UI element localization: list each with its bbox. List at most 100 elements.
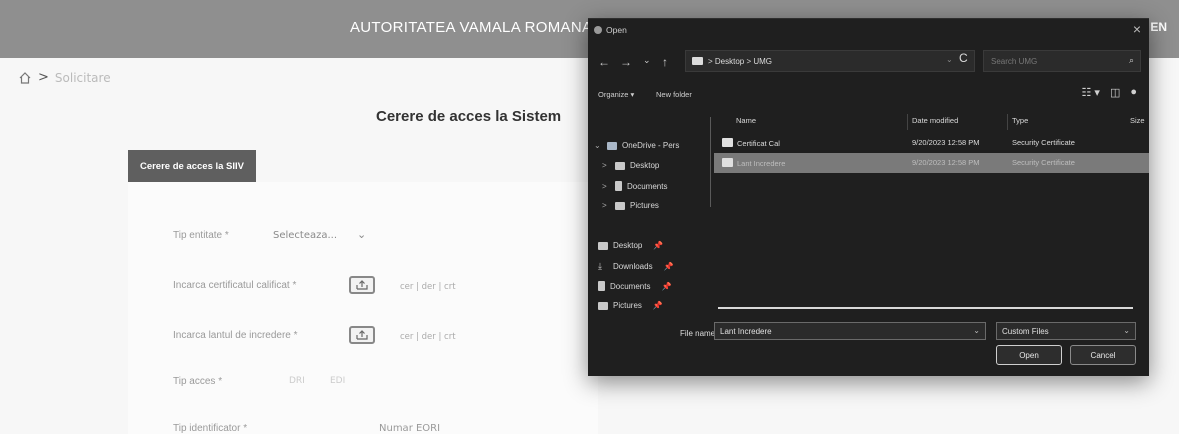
search-input[interactable]: Search UMG ⌕: [983, 50, 1141, 72]
radio-edi[interactable]: EDI: [330, 376, 345, 386]
chevron-down-icon[interactable]: ⌄: [973, 326, 980, 335]
filename-input[interactable]: Lant Incredere ⌄: [714, 322, 986, 340]
filetype-select[interactable]: Custom Files ⌄: [996, 322, 1136, 340]
chevron-right-icon[interactable]: >: [602, 182, 610, 191]
preview-pane-icon[interactable]: ◫: [1110, 86, 1120, 99]
file-date: 9/20/2023 12:58 PM: [912, 158, 980, 167]
new-folder-button[interactable]: New folder: [656, 90, 692, 99]
tree-item-desktop[interactable]: > Desktop: [602, 161, 659, 170]
recent-locations-icon[interactable]: ⌄: [643, 55, 651, 66]
help-icon[interactable]: ●: [1130, 86, 1137, 99]
file-type: Security Certificate: [1012, 158, 1075, 167]
column-divider[interactable]: [1007, 114, 1008, 130]
certificat-incredere-hint: cer | der | crt: [400, 332, 456, 342]
filename-label: File name:: [680, 329, 718, 338]
breadcrumb: > Solicitare: [18, 70, 111, 85]
chevron-down-icon[interactable]: ⌄: [594, 141, 602, 150]
tip-acces-label: Tip acces *: [173, 376, 223, 387]
close-icon[interactable]: ×: [1133, 21, 1141, 37]
file-row[interactable]: Certificat Cal 9/20/2023 12:58 PM Securi…: [714, 133, 1149, 153]
language-switch[interactable]: EN: [1150, 20, 1167, 34]
chevron-right-icon[interactable]: >: [602, 161, 610, 170]
refresh-icon[interactable]: C: [959, 51, 968, 65]
file-row-selected[interactable]: Lant Incredere 9/20/2023 12:58 PM Securi…: [714, 153, 1149, 173]
quick-access-label: Documents: [610, 281, 651, 291]
tip-entitate-select[interactable]: Selecteaza...: [273, 230, 337, 241]
command-bar: Organize ▾ New folder ☷ ▾ ◫ ●: [588, 83, 1149, 103]
breadcrumb-current: Solicitare: [54, 70, 111, 85]
upload-lant-incredere-button[interactable]: [349, 326, 375, 344]
pictures-icon: [598, 301, 608, 310]
horizontal-scrollbar[interactable]: [718, 307, 1133, 309]
column-date[interactable]: Date modified: [912, 116, 958, 125]
pane-divider[interactable]: [710, 117, 711, 207]
upload-certificat-button[interactable]: [349, 276, 375, 294]
tree-item-label: Desktop: [630, 161, 660, 170]
view-controls: ☷ ▾ ◫ ●: [1081, 86, 1137, 99]
open-button[interactable]: Open: [996, 345, 1062, 365]
upload-icon: [356, 330, 368, 340]
quick-access-label: Downloads: [613, 262, 653, 271]
header-title: AUTORITATEA VAMALA ROMANA: [350, 19, 593, 36]
pictures-icon: [615, 201, 625, 210]
column-size[interactable]: Size: [1130, 116, 1145, 125]
organize-menu[interactable]: Organize ▾: [598, 90, 634, 99]
tree-item-label: Pictures: [630, 201, 659, 210]
file-name: Certificat Cal: [722, 138, 780, 148]
desktop-icon: [598, 241, 608, 250]
tree-item-documents[interactable]: > Documents: [602, 181, 667, 191]
certificate-icon: [722, 158, 733, 167]
dialog-title: Open: [606, 25, 627, 35]
certificat-label: Incarca certificatul calificat *: [173, 280, 297, 291]
address-dropdown-icon[interactable]: ⌄: [946, 55, 953, 64]
quick-access-documents[interactable]: Documents 📌: [598, 281, 671, 291]
section-tab[interactable]: Cerere de acces la SIIV: [128, 150, 256, 182]
home-icon[interactable]: [18, 71, 32, 85]
pin-icon: 📌: [653, 241, 664, 250]
quick-access-label: Pictures: [613, 301, 642, 310]
tip-identificator-select[interactable]: Numar EORI: [379, 423, 440, 434]
cancel-button[interactable]: Cancel: [1070, 345, 1136, 365]
quick-access-desktop[interactable]: Desktop 📌: [598, 241, 663, 250]
quick-access-downloads[interactable]: ⤓ Downloads 📌: [598, 261, 674, 272]
page-title: Cerere de acces la Sistem: [376, 108, 562, 125]
pin-icon: 📌: [661, 281, 672, 291]
open-file-dialog: Open × ← → ⌄ ↑ > Desktop > UMG ⌄ C Searc…: [588, 18, 1149, 376]
quick-access-pictures[interactable]: Pictures 📌: [598, 301, 663, 310]
tree-item-pictures[interactable]: > Pictures: [602, 201, 659, 210]
filetype-value: Custom Files: [1002, 327, 1049, 336]
pin-icon: 📌: [663, 262, 674, 271]
file-type: Security Certificate: [1012, 138, 1075, 147]
back-icon[interactable]: ←: [598, 55, 610, 69]
document-icon: [598, 281, 605, 291]
upload-icon: [356, 280, 368, 290]
forward-icon[interactable]: →: [620, 55, 632, 69]
document-icon: [615, 181, 622, 191]
certificate-icon: [722, 138, 733, 147]
column-name[interactable]: Name: [736, 116, 756, 125]
column-type[interactable]: Type: [1012, 116, 1028, 125]
file-list-header: Name Date modified Type Size: [724, 114, 1149, 132]
cloud-icon: [607, 141, 617, 150]
certificat-incredere-label: Incarca lantul de incredere *: [173, 330, 298, 341]
desktop-icon: [615, 161, 625, 170]
chevron-down-icon[interactable]: ⌄: [357, 228, 366, 241]
view-mode-icon[interactable]: ☷ ▾: [1081, 86, 1099, 99]
tip-identificator-label: Tip identificator *: [173, 423, 248, 434]
dialog-navbar: ← → ⌄ ↑ > Desktop > UMG ⌄ C Search UMG ⌕: [588, 45, 1149, 77]
chevron-right-icon[interactable]: >: [602, 201, 610, 210]
tree-item-label: Documents: [627, 181, 668, 191]
tree-item-label: OneDrive - Pers: [622, 141, 680, 150]
search-placeholder: Search UMG: [991, 57, 1038, 66]
download-icon: ⤓: [598, 261, 602, 271]
column-divider[interactable]: [907, 114, 908, 130]
tree-item-onedrive[interactable]: ⌄ OneDrive - Pers: [594, 141, 679, 150]
quick-access-label: Desktop: [613, 241, 643, 250]
chevron-down-icon[interactable]: ⌄: [1123, 326, 1130, 335]
breadcrumb-separator: >: [38, 70, 49, 85]
up-icon[interactable]: ↑: [662, 55, 668, 69]
filename-value: Lant Incredere: [720, 327, 772, 336]
address-bar[interactable]: > Desktop > UMG: [685, 50, 975, 72]
radio-dri[interactable]: DRI: [289, 376, 305, 386]
address-path: > Desktop > UMG: [708, 56, 773, 66]
